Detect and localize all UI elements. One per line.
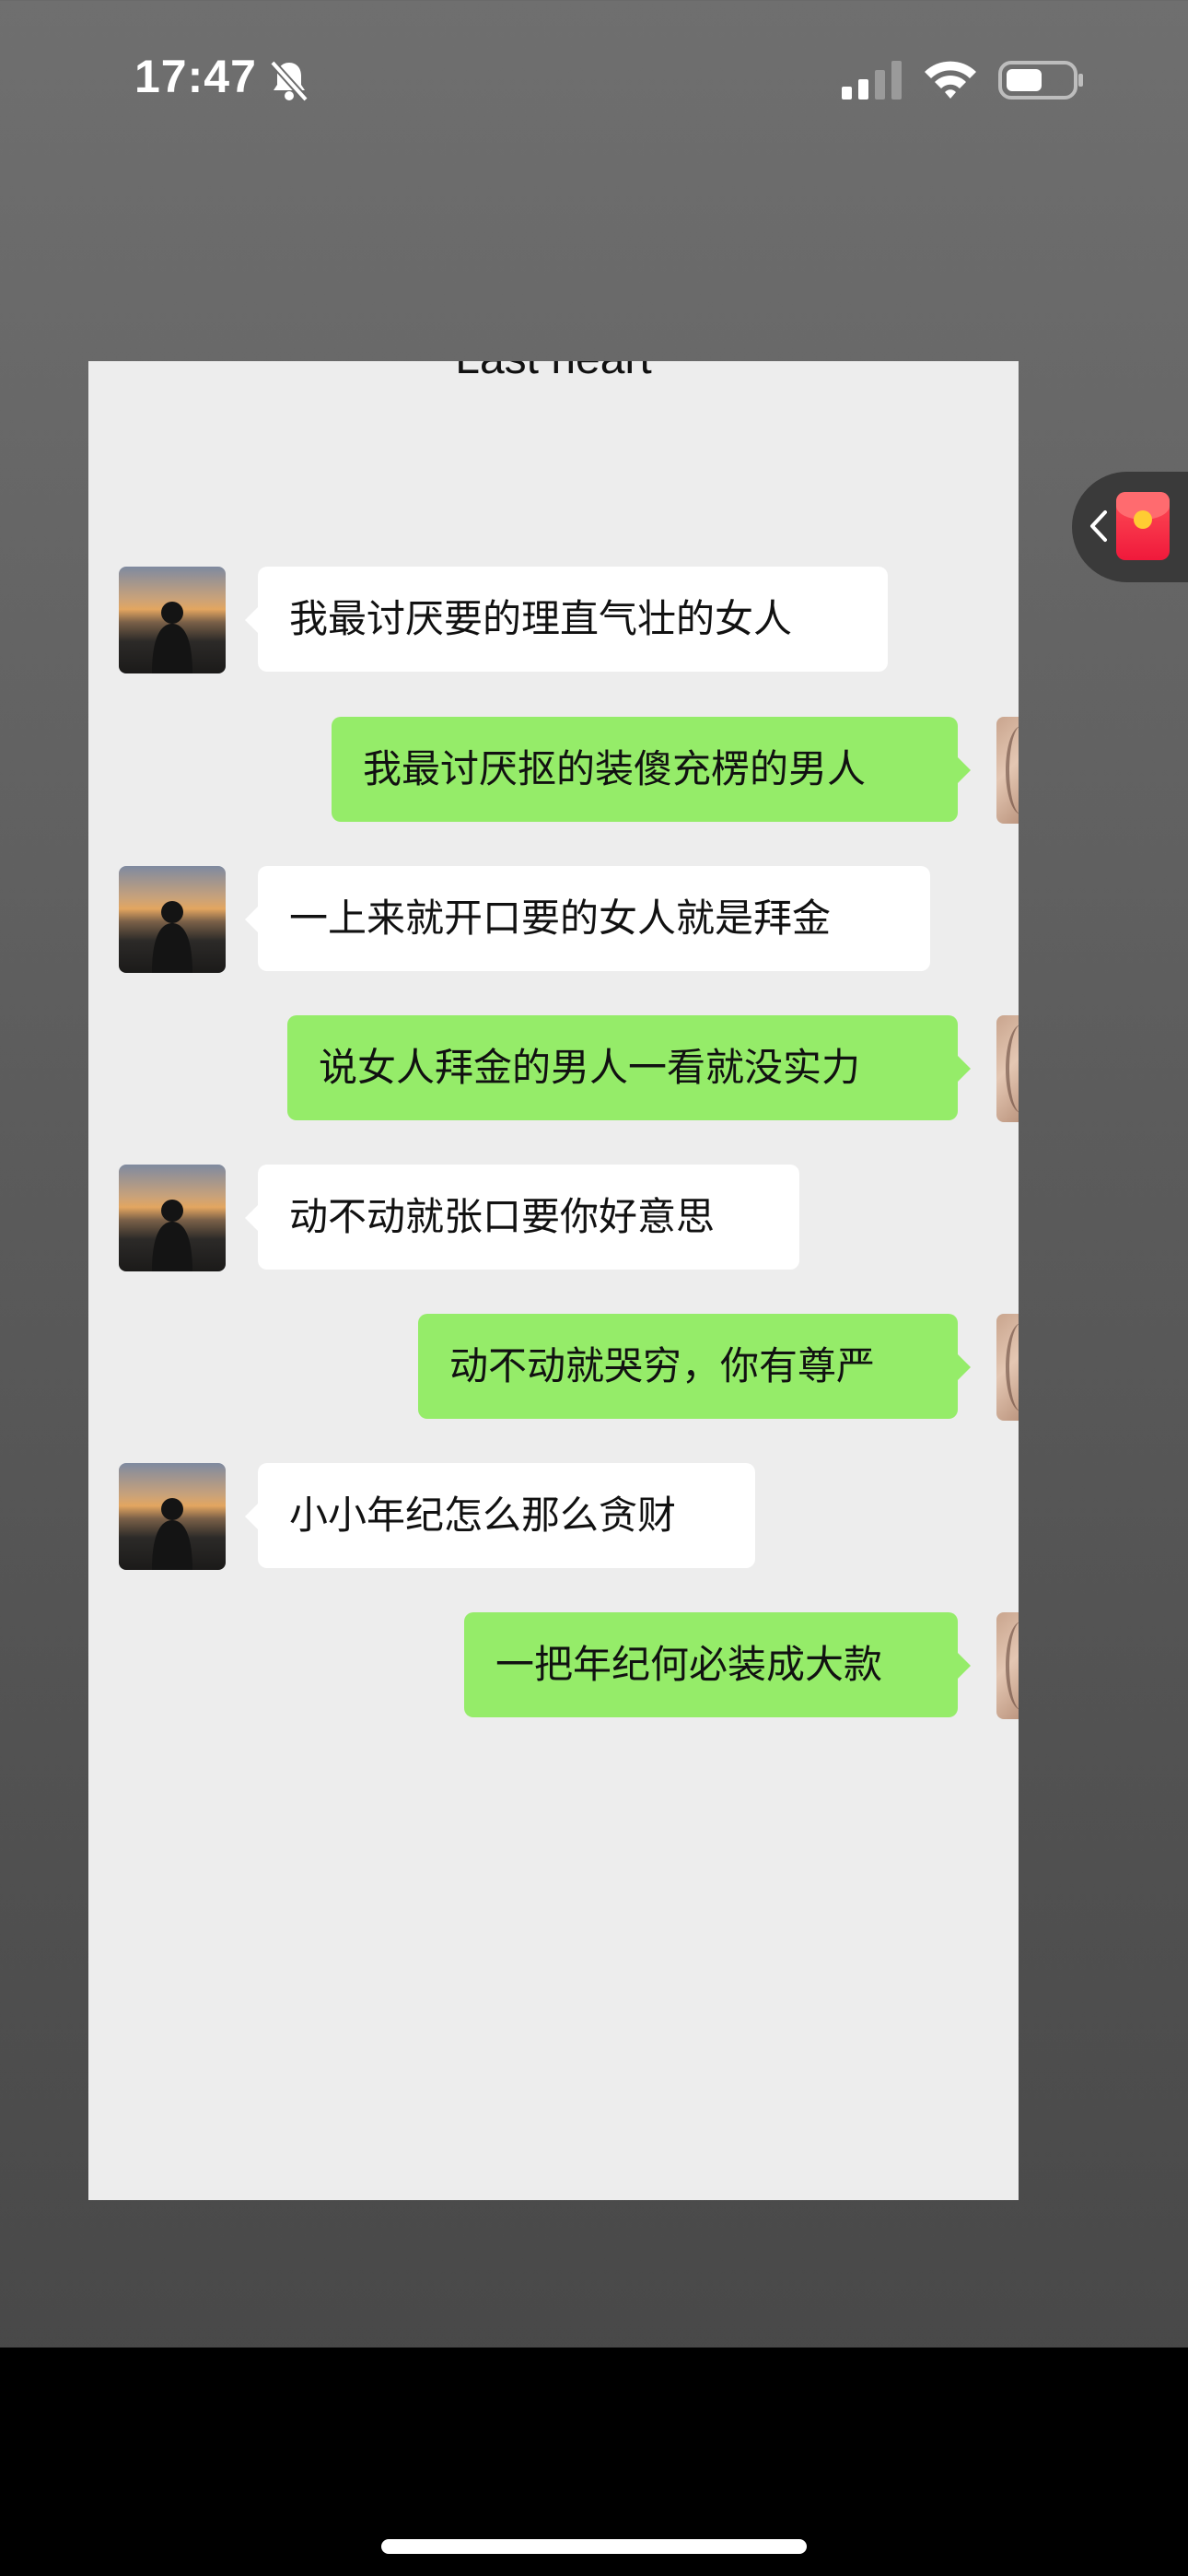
chat-screenshot: Last heart 我最讨厌要的理直气壮的女人 我最讨厌抠的装傻充楞的男人 一…	[88, 361, 1019, 2200]
home-indicator[interactable]	[381, 2539, 807, 2554]
message-bubble-outgoing[interactable]: 动不动就哭穷，你有尊严	[418, 1314, 971, 1419]
floating-red-packet-widget[interactable]	[1072, 472, 1188, 582]
chat-message: 动不动就张口要你好意思	[88, 1165, 1019, 1271]
contact-avatar[interactable]	[119, 866, 226, 973]
chat-title: Last heart	[88, 361, 1019, 384]
user-avatar[interactable]	[996, 1314, 1019, 1421]
message-bubble-outgoing[interactable]: 我最讨厌抠的装傻充楞的男人	[332, 717, 971, 822]
message-bubble-outgoing[interactable]: 一把年纪何必装成大款	[464, 1612, 971, 1717]
chat-message: 一把年纪何必装成大款	[88, 1612, 1019, 1719]
chat-message: 一上来就开口要的女人就是拜金	[88, 866, 1019, 973]
bell-slash-icon	[270, 60, 309, 101]
chat-message: 小小年纪怎么那么贪财	[88, 1463, 1019, 1570]
status-time: 17:47	[134, 51, 257, 102]
chat-message: 动不动就哭穷，你有尊严	[88, 1314, 1019, 1421]
chat-message: 说女人拜金的男人一看就没实力	[88, 1015, 1019, 1122]
battery-icon	[998, 61, 1083, 100]
contact-avatar[interactable]	[119, 1463, 226, 1570]
cellular-signal-icon	[842, 61, 902, 100]
chevron-left-icon[interactable]	[1085, 503, 1112, 549]
red-packet-icon[interactable]	[1116, 492, 1170, 560]
message-bubble-incoming[interactable]: 我最讨厌要的理直气壮的女人	[245, 567, 888, 672]
user-avatar[interactable]	[996, 1612, 1019, 1719]
message-bubble-outgoing[interactable]: 说女人拜金的男人一看就没实力	[287, 1015, 971, 1120]
message-bubble-incoming[interactable]: 小小年纪怎么那么贪财	[245, 1463, 755, 1568]
message-bubble-incoming[interactable]: 动不动就张口要你好意思	[245, 1165, 799, 1270]
user-avatar[interactable]	[996, 717, 1019, 824]
message-bubble-incoming[interactable]: 一上来就开口要的女人就是拜金	[245, 866, 930, 971]
contact-avatar[interactable]	[119, 1165, 226, 1271]
user-avatar[interactable]	[996, 1015, 1019, 1122]
wifi-icon	[925, 61, 976, 99]
chat-message: 我最讨厌要的理直气壮的女人	[88, 567, 1019, 673]
chat-message: 我最讨厌抠的装傻充楞的男人	[88, 717, 1019, 824]
contact-avatar[interactable]	[119, 567, 226, 673]
